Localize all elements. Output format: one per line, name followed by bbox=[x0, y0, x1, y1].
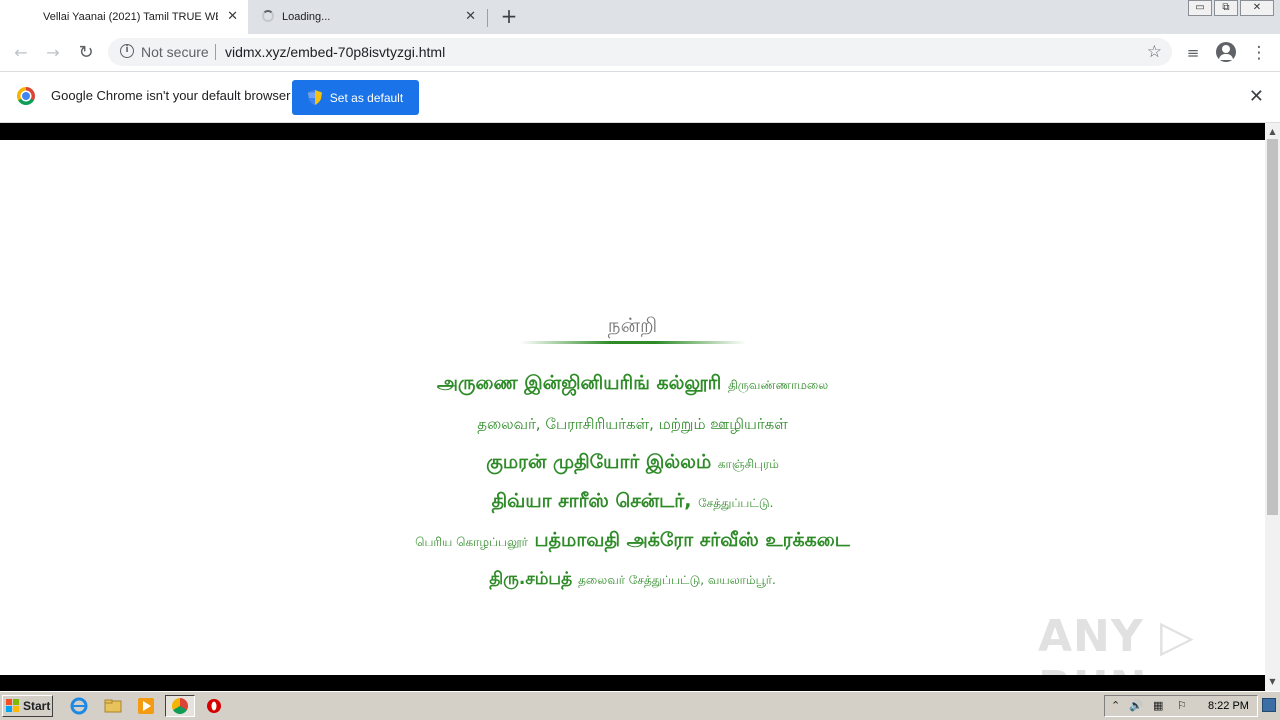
back-button[interactable]: ← bbox=[10, 42, 32, 64]
new-tab-button[interactable]: + bbox=[499, 6, 519, 28]
credits-line-main: திரு.சம்பத் bbox=[489, 569, 573, 589]
credits-line: தலைவர், பேராசிரியர்கள், மற்றும் ஊழியர்கள… bbox=[0, 415, 1265, 435]
minimize-button[interactable]: ▭ bbox=[1188, 0, 1212, 16]
letterbox-top bbox=[0, 123, 1265, 140]
chrome-icon bbox=[172, 698, 188, 714]
scroll-down-arrow-icon[interactable]: ▼ bbox=[1265, 675, 1280, 689]
tab-loading[interactable]: Loading... ✕ bbox=[248, 0, 488, 34]
set-as-default-button[interactable]: Set as default bbox=[292, 80, 419, 115]
tab-vellai-yaanai[interactable]: Vellai Yaanai (2021) Tamil TRUE WEB ✕ bbox=[0, 0, 248, 34]
default-browser-infobar: Google Chrome isn't your default browser… bbox=[0, 72, 1280, 123]
window-controls: ▭ ⧉ ✕ bbox=[1188, 0, 1274, 16]
start-button[interactable]: Start bbox=[2, 695, 53, 717]
tab-strip: Vellai Yaanai (2021) Tamil TRUE WEB ✕ Lo… bbox=[0, 0, 1280, 34]
tab-close-icon[interactable]: ✕ bbox=[227, 9, 238, 25]
credits-line-prefix: பெரிய கொழப்பலூர் bbox=[415, 535, 528, 549]
system-tray: ⌃ 🔊 ▦ ⚐ 8:22 PM bbox=[1104, 695, 1258, 717]
credits-line-small: காஞ்சிபுரம் bbox=[717, 457, 779, 471]
file-explorer-icon[interactable] bbox=[104, 697, 122, 715]
reload-button[interactable]: ↻ bbox=[75, 42, 97, 64]
internet-explorer-icon[interactable] bbox=[70, 697, 88, 715]
browser-toolbar: ← → ↻ i Not secure vidmx.xyz/embed-70p8i… bbox=[0, 34, 1280, 72]
address-bar[interactable]: i Not secure vidmx.xyz/embed-70p8isvtyzg… bbox=[108, 38, 1172, 66]
credits-line-small: சேத்துப்பட்டு. bbox=[698, 496, 774, 510]
credits-line-main: குமரன் முதியோர் இல்லம் bbox=[486, 451, 712, 473]
media-control-icon[interactable]: ≡ bbox=[1182, 42, 1204, 64]
infobar-close-icon[interactable]: ✕ bbox=[1249, 86, 1264, 107]
omnibox-separator bbox=[215, 44, 216, 60]
credits-line-small: திருவண்ணாமலை bbox=[727, 378, 829, 392]
chrome-logo-icon bbox=[17, 87, 35, 105]
scroll-up-arrow-icon[interactable]: ▲ bbox=[1265, 125, 1280, 139]
loading-spinner-icon bbox=[262, 10, 274, 22]
shield-icon bbox=[307, 90, 322, 105]
credits-line: திவ்யா சாரீஸ் சென்டர், சேத்துப்பட்டு. bbox=[0, 490, 1265, 515]
infobar-message: Google Chrome isn't your default browser bbox=[51, 88, 291, 103]
set-as-default-label: Set as default bbox=[329, 90, 404, 105]
credits-line: அருணை இன்ஜினியரிங் கல்லூரி திருவண்ணாமலை bbox=[0, 372, 1265, 397]
letterbox-bottom bbox=[0, 675, 1265, 691]
windows-taskbar: Start ⌃ 🔊 ▦ ⚐ 8:22 PM bbox=[0, 691, 1280, 720]
security-label[interactable]: Not secure bbox=[141, 44, 209, 60]
credits-line: திரு.சம்பத் தலைவர் சேத்துப்பட்டு, வயலாம்… bbox=[0, 569, 1265, 591]
credits-line-main: அருணை இன்ஜினியரிங் கல்லூரி bbox=[436, 372, 722, 394]
credits-line-main: பத்மாவதி அக்ரோ சர்வீஸ் உரக்கடை bbox=[534, 529, 850, 551]
bookmark-star-icon[interactable]: ☆ bbox=[1147, 42, 1162, 62]
opera-icon[interactable] bbox=[205, 697, 223, 715]
windows-flag-icon bbox=[6, 699, 20, 713]
menu-icon[interactable]: ⋮ bbox=[1248, 42, 1270, 64]
media-player-icon[interactable] bbox=[137, 697, 155, 715]
credits-title-underline bbox=[520, 341, 746, 344]
tab-title: Loading... bbox=[282, 11, 331, 23]
close-window-button[interactable]: ✕ bbox=[1240, 0, 1274, 16]
page-scrollbar[interactable]: ▲ ▼ bbox=[1265, 123, 1280, 691]
forward-button[interactable]: → bbox=[42, 42, 64, 64]
tab-close-icon[interactable]: ✕ bbox=[465, 9, 476, 25]
network-icon[interactable]: ▦ bbox=[1153, 699, 1163, 712]
scroll-thumb[interactable] bbox=[1267, 139, 1278, 515]
tray-expand-icon[interactable]: ⌃ bbox=[1111, 699, 1120, 712]
volume-icon[interactable]: 🔊 bbox=[1129, 699, 1143, 712]
url-text[interactable]: vidmx.xyz/embed-70p8isvtyzgi.html bbox=[225, 44, 445, 60]
show-desktop-button[interactable] bbox=[1262, 698, 1276, 712]
tab-separator bbox=[487, 9, 488, 27]
profile-avatar-icon[interactable] bbox=[1216, 42, 1236, 62]
credits-title: நன்றி bbox=[607, 313, 658, 337]
chrome-taskbar-button[interactable] bbox=[165, 695, 195, 717]
taskbar-clock[interactable]: 8:22 PM bbox=[1208, 700, 1249, 712]
credits-line-small: தலைவர் சேத்துப்பட்டு, வயலாம்பூர். bbox=[578, 573, 776, 587]
credits-line-main: திவ்யா சாரீஸ் சென்டர், bbox=[491, 490, 692, 512]
credits-line: குமரன் முதியோர் இல்லம் காஞ்சிபுரம் bbox=[0, 451, 1265, 476]
credits-line: பெரிய கொழப்பலூர் பத்மாவதி அக்ரோ சர்வீஸ் … bbox=[0, 529, 1265, 554]
info-icon[interactable]: i bbox=[120, 44, 134, 58]
start-label: Start bbox=[23, 699, 51, 713]
action-center-flag-icon[interactable]: ⚐ bbox=[1177, 699, 1187, 712]
restore-button[interactable]: ⧉ bbox=[1214, 0, 1238, 16]
tab-title: Vellai Yaanai (2021) Tamil TRUE WEB bbox=[43, 11, 218, 23]
video-frame[interactable]: நன்றி அருணை இன்ஜினியரிங் கல்லூரி திருவண்… bbox=[0, 123, 1265, 713]
credits-line-main: தலைவர், பேராசிரியர்கள், மற்றும் ஊழியர்கள… bbox=[477, 415, 788, 433]
